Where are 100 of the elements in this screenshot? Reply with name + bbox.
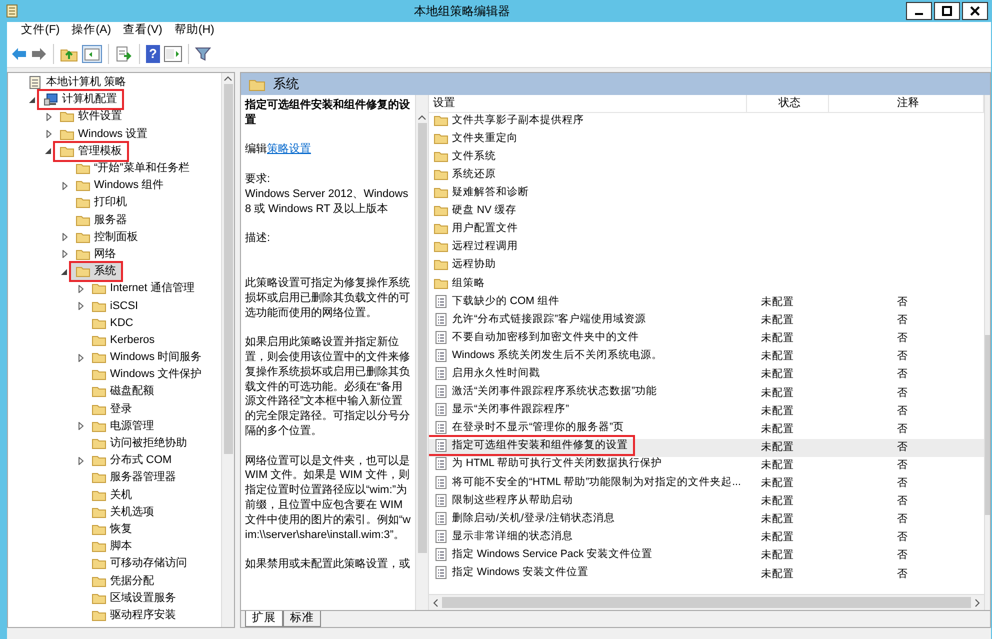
setting-item[interactable]: Windows 系统关闭发生后不关闭系统电源。	[429, 346, 668, 364]
tree-item[interactable]: 恢复	[87, 520, 137, 538]
tree-item[interactable]: 电源管理	[87, 418, 159, 435]
back-arrow-icon[interactable]	[11, 46, 27, 60]
setting-item[interactable]: 指定 Windows 安装文件位置	[429, 564, 594, 582]
collapsed-arrow-icon[interactable]	[44, 112, 54, 121]
tree-item[interactable]: “开始”菜单和任务栏	[71, 160, 194, 178]
tree-item[interactable]: 分布式 COM	[87, 452, 177, 470]
column-header[interactable]: 设置	[429, 95, 747, 112]
setting-item[interactable]: 删除启动/关机/登录/注销状态消息	[429, 510, 620, 527]
minimize-button[interactable]	[906, 2, 932, 20]
tree-item[interactable]: 关机选项	[87, 504, 159, 521]
setting-item[interactable]: 将可能不安全的“HTML 帮助”功能限制为对指定的文件夹起...	[429, 474, 746, 491]
maximize-button[interactable]	[934, 2, 960, 20]
tree-item[interactable]: 服务器管理器	[87, 469, 181, 486]
pane-toggle-icon[interactable]	[82, 44, 102, 62]
setting-item[interactable]: 启用永久性时间戳	[429, 364, 545, 382]
tree-item[interactable]: Windows 组件	[71, 177, 169, 194]
view-tab[interactable]: 标准	[283, 611, 321, 627]
tree-item[interactable]: 驱动程序安装	[87, 606, 181, 624]
tree-item[interactable]: 系统	[71, 263, 121, 280]
tree-item[interactable]: 关机	[87, 486, 137, 504]
setting-item[interactable]: 限制这些程序从帮助启动	[429, 492, 578, 509]
scroll-left-icon[interactable]	[433, 598, 438, 606]
setting-item[interactable]: 显示“关闭事件跟踪程序”	[429, 401, 574, 418]
filter-icon[interactable]	[195, 46, 211, 62]
tree-item[interactable]: 软件设置	[55, 108, 127, 126]
folder-item[interactable]: 远程协助	[429, 256, 501, 274]
tree-item[interactable]: 登录	[87, 400, 137, 418]
folder-item[interactable]: 文件系统	[429, 148, 501, 165]
folder-item[interactable]: 用户配置文件	[429, 220, 523, 238]
tree-item[interactable]: 本地计算机 策略	[23, 74, 132, 92]
collapsed-arrow-icon[interactable]	[60, 250, 70, 258]
scroll-right-icon[interactable]	[975, 598, 980, 606]
setting-item[interactable]: 允许“分布式链接跟踪”客户端使用域资源	[429, 310, 651, 328]
setting-item[interactable]: 不要自动加密移到加密文件夹中的文件	[429, 328, 644, 346]
setting-item[interactable]: 为 HTML 帮助可执行文件关闭数据执行保护	[429, 455, 668, 472]
collapsed-arrow-icon[interactable]	[76, 456, 86, 465]
tree-item[interactable]: 计算机配置	[39, 91, 122, 108]
help-icon[interactable]: ?	[146, 44, 160, 62]
tree-item[interactable]: 控制面板	[71, 228, 143, 246]
tree-item[interactable]: 打印机	[71, 194, 132, 212]
tree-item[interactable]: Windows 时间服务	[87, 349, 207, 366]
menu-item[interactable]: 文件(F)	[15, 22, 66, 40]
view-tab[interactable]: 扩展	[245, 611, 283, 627]
setting-item[interactable]: 指定 Windows Service Pack 安装文件位置	[429, 546, 658, 563]
expanded-arrow-icon[interactable]	[60, 268, 70, 276]
tree-item[interactable]: KDC	[87, 314, 138, 332]
folder-item[interactable]: 硬盘 NV 缓存	[429, 202, 522, 220]
collapsed-arrow-icon[interactable]	[76, 354, 86, 362]
collapsed-arrow-icon[interactable]	[44, 130, 54, 138]
menu-item[interactable]: 查看(V)	[117, 22, 168, 40]
setting-item[interactable]: 在登录时不显示“管理你的服务器”页	[429, 419, 629, 436]
column-header[interactable]: 状态	[747, 95, 829, 112]
action-pane-icon[interactable]	[164, 46, 182, 62]
tree-item[interactable]: 磁盘配额	[87, 383, 159, 400]
collapsed-arrow-icon[interactable]	[76, 284, 86, 293]
tree-item[interactable]: Windows 文件保护	[87, 366, 207, 384]
scroll-up-icon[interactable]	[418, 115, 426, 120]
folder-item[interactable]: 系统还原	[429, 166, 501, 183]
setting-item[interactable]: 下载缺少的 COM 组件	[429, 292, 564, 310]
tree-scrollbar[interactable]	[221, 73, 234, 627]
folder-item[interactable]: 疑难解答和诊断	[429, 184, 534, 202]
collapsed-arrow-icon[interactable]	[60, 233, 70, 242]
menu-item[interactable]: 帮助(H)	[168, 22, 220, 40]
tree-item[interactable]: Internet 通信管理	[87, 280, 200, 298]
setting-item[interactable]: 激活“关闭事件跟踪程序系统状态数据”功能	[429, 383, 662, 400]
tree-item[interactable]: 服务器	[71, 212, 132, 229]
collapsed-arrow-icon[interactable]	[76, 302, 86, 310]
tree-item[interactable]: 区域设置服务	[87, 590, 181, 607]
folder-item[interactable]: 组策略	[429, 274, 490, 292]
tree-item[interactable]: Kerberos	[87, 332, 160, 349]
tree-item[interactable]: Windows 设置	[55, 126, 153, 143]
collapsed-arrow-icon[interactable]	[60, 182, 70, 190]
policy-settings-link[interactable]: 策略设置	[267, 143, 311, 156]
expanded-arrow-icon[interactable]	[44, 147, 54, 156]
tree-item[interactable]: 脚本	[87, 538, 137, 556]
tree-item[interactable]: 网络	[71, 246, 121, 263]
scroll-up-icon[interactable]	[224, 76, 232, 81]
folder-item[interactable]: 文件共享影子副本提供程序	[429, 113, 589, 129]
tree-item[interactable]: 可移动存储访问	[87, 555, 192, 572]
export-list-icon[interactable]	[115, 46, 133, 62]
document-icon	[434, 530, 448, 543]
horizontal-scrollbar[interactable]	[429, 594, 984, 610]
menu-item[interactable]: 操作(A)	[66, 22, 118, 40]
tree-item[interactable]: 访问被拒绝协助	[87, 435, 192, 452]
tree-item[interactable]: iSCSI	[87, 298, 144, 315]
setting-item[interactable]: 显示非常详细的状态消息	[429, 528, 578, 545]
tree-item[interactable]: 管理模板	[55, 142, 127, 160]
close-button[interactable]	[962, 2, 988, 20]
collapsed-arrow-icon[interactable]	[76, 422, 86, 430]
folder-item[interactable]: 远程过程调用	[429, 238, 523, 256]
list-scrollbar[interactable]	[984, 95, 990, 610]
forward-arrow-icon[interactable]	[31, 46, 47, 60]
folder-icon	[249, 78, 265, 90]
setting-item[interactable]: 指定可选组件安装和组件修复的设置	[429, 437, 633, 454]
tree-item[interactable]: 凭据分配	[87, 572, 159, 590]
expanded-arrow-icon[interactable]	[28, 96, 38, 104]
description-scrollbar[interactable]	[415, 95, 428, 610]
folder-item[interactable]: 文件夹重定向	[429, 130, 523, 147]
